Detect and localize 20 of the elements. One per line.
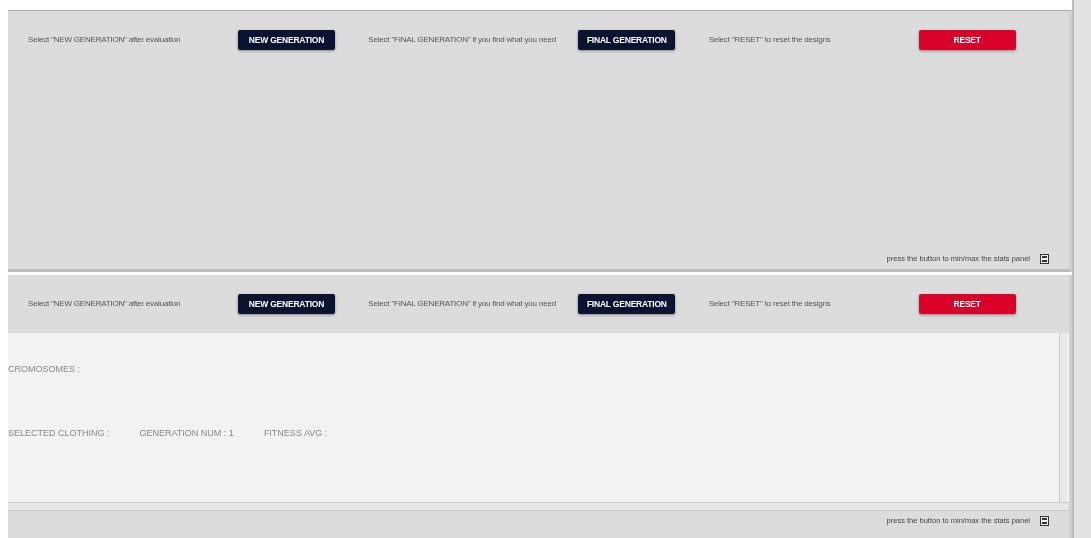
instruction-text: Select "RESET" to reset the designs xyxy=(708,34,832,46)
instruction-text: Select "FINAL GENERATION" if you find what you need xyxy=(368,298,557,310)
stat-label: GENERATION NUM : 1 xyxy=(139,426,234,440)
action-button[interactable]: FINAL GENERATION xyxy=(578,30,676,50)
toggle-icon[interactable] xyxy=(1040,254,1049,264)
action-button[interactable]: RESET xyxy=(918,294,1016,314)
action-button[interactable]: NEW GENERATION xyxy=(238,294,335,314)
stat-label: SELECTED CLOTHING : xyxy=(8,426,110,440)
instruction-text: Select "FINAL GENERATION" if you find what you need xyxy=(368,34,557,46)
instruction-text: Select "NEW GENERATION" after evaluation xyxy=(28,298,182,310)
horizontal-scrollbar[interactable] xyxy=(8,503,1069,511)
action-button[interactable]: FINAL GENERATION xyxy=(578,294,676,314)
scrollbar[interactable] xyxy=(1059,333,1067,502)
stat-label: FITNESS AVG : xyxy=(263,426,328,440)
action-button[interactable]: NEW GENERATION xyxy=(238,30,335,50)
instruction-text: Select "RESET" to reset the designs xyxy=(708,298,832,310)
action-button[interactable]: RESET xyxy=(918,30,1016,50)
chromosomes-label: CROMOSOMES : xyxy=(8,363,81,376)
toggle-icon[interactable] xyxy=(1040,516,1049,526)
instruction-text: Select "NEW GENERATION" after evaluation xyxy=(28,34,182,46)
